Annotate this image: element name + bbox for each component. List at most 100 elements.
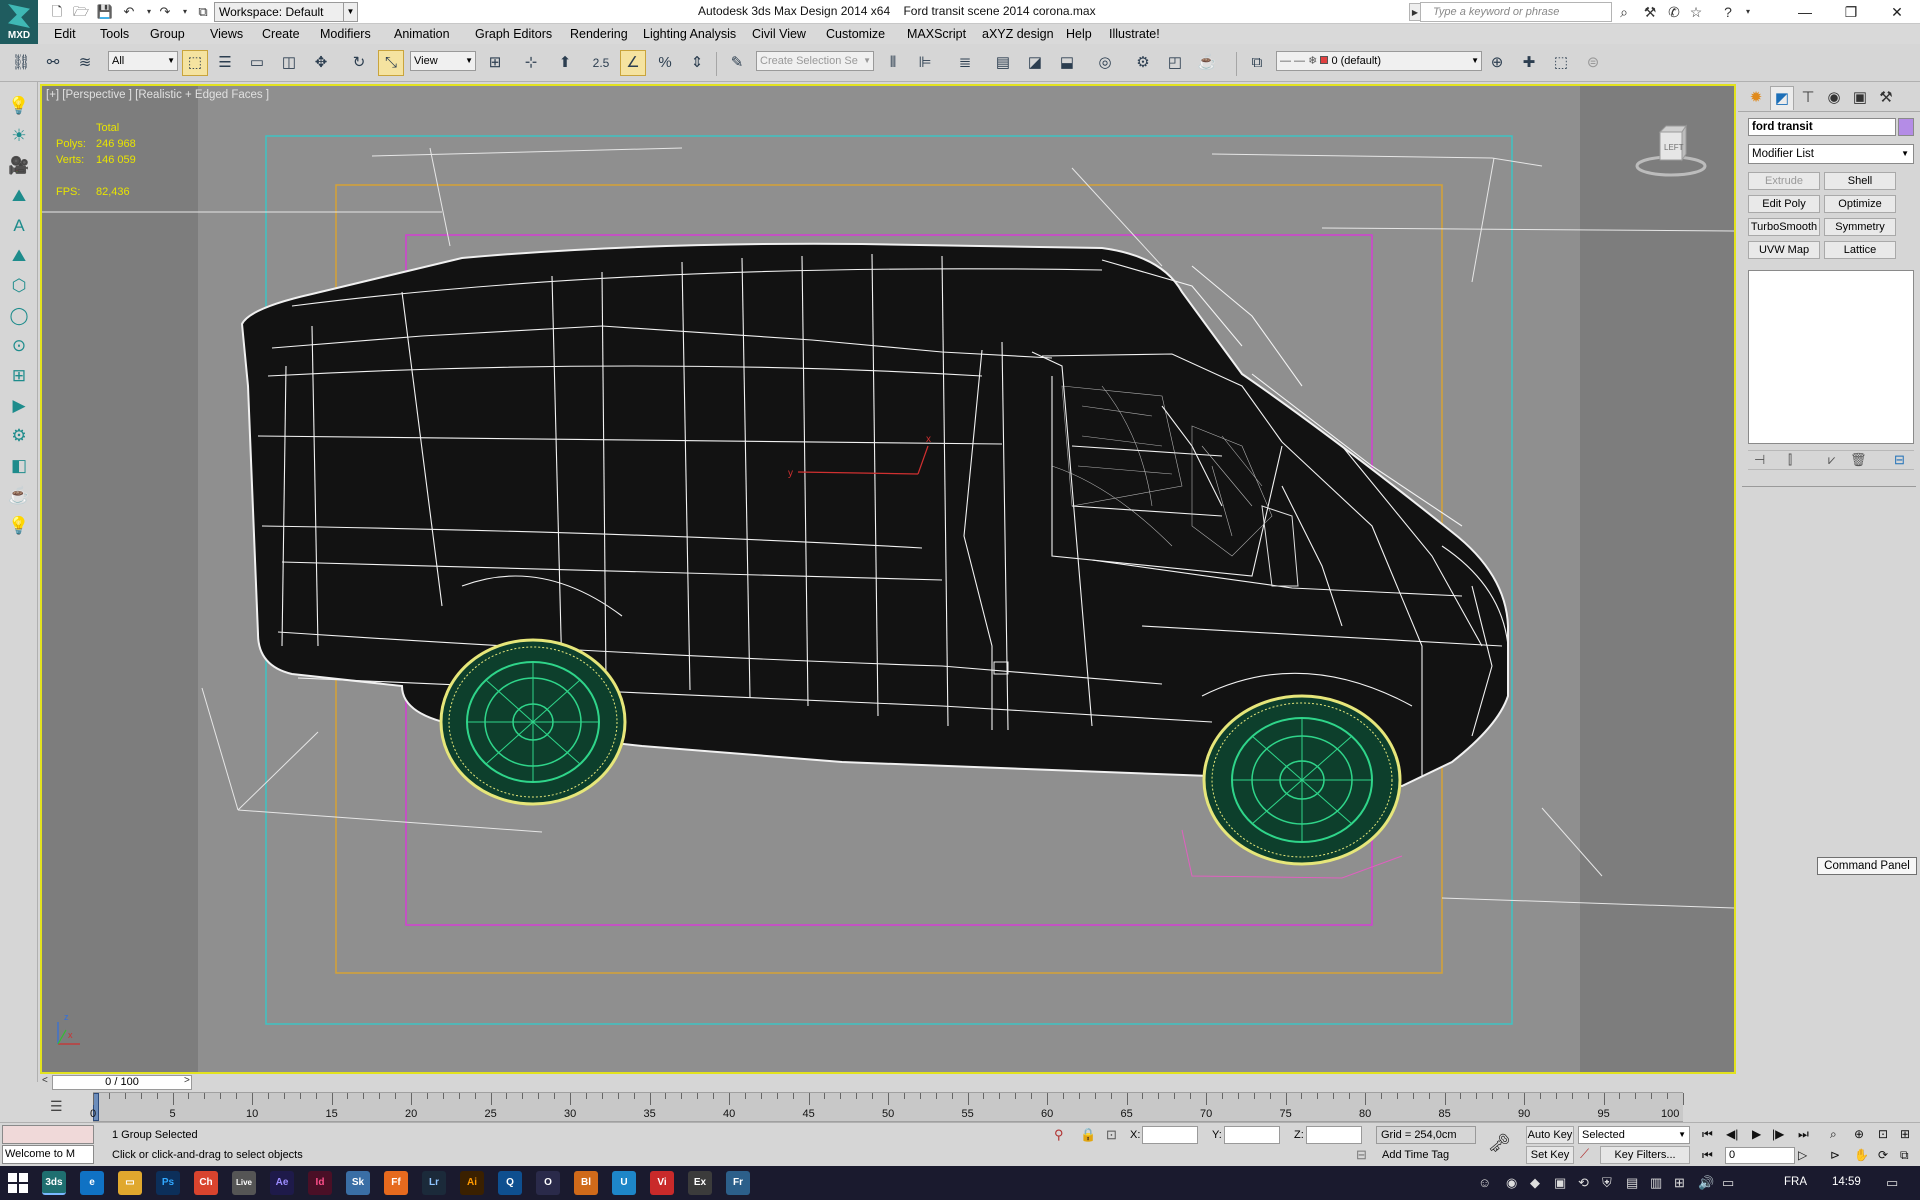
maxscript-listener-pink[interactable]: [2, 1125, 94, 1144]
menu-help[interactable]: Help: [1066, 27, 1092, 41]
previous-key-icon[interactable]: ◀|: [1726, 1127, 1738, 1141]
taskbar-obs-icon[interactable]: O: [536, 1171, 560, 1195]
play-icon[interactable]: ▶: [1752, 1127, 1761, 1141]
percent-snap-icon[interactable]: %: [652, 50, 678, 76]
scatter-icon[interactable]: ⛰: [7, 244, 31, 268]
select-object-icon[interactable]: ⬚: [182, 50, 208, 76]
select-and-rotate-icon[interactable]: ↻: [346, 50, 372, 76]
text-icon[interactable]: A: [7, 214, 31, 238]
unlink-icon[interactable]: ⚯: [40, 50, 66, 76]
undo-icon[interactable]: ↶: [120, 3, 138, 21]
taskbar-uplay-icon[interactable]: U: [612, 1171, 636, 1195]
pan-view-icon[interactable]: ✋: [1854, 1148, 1869, 1162]
keyboard-shortcut-override-icon[interactable]: ⬆: [552, 50, 578, 76]
hierarchy-tab-icon[interactable]: ⊤: [1796, 86, 1820, 110]
taskbar-extension-icon[interactable]: Ex: [688, 1171, 712, 1195]
symmetry-button[interactable]: Symmetry: [1824, 218, 1896, 236]
tray-shield-icon[interactable]: ⛨: [1602, 1175, 1612, 1191]
selection-filter-dropdown[interactable]: All ▼: [108, 51, 178, 71]
menu-maxscript[interactable]: MAXScript: [907, 27, 966, 41]
menu-graph-editors[interactable]: Graph Editors: [475, 27, 552, 41]
menu-rendering[interactable]: Rendering: [570, 27, 628, 41]
x-coordinate-field[interactable]: [1142, 1126, 1198, 1144]
set-current-layer-icon[interactable]: ⊜: [1580, 50, 1606, 76]
taskbar-illustrator-icon[interactable]: Ai: [460, 1171, 484, 1195]
tray-ps-icon[interactable]: ▣: [1554, 1175, 1566, 1191]
isolate-selection-icon[interactable]: ⚲: [1054, 1127, 1064, 1143]
communication-center-icon[interactable]: ✆: [1664, 2, 1684, 22]
select-and-move-icon[interactable]: ✥: [308, 50, 334, 76]
z-coordinate-field[interactable]: [1306, 1126, 1362, 1144]
layer-toolbar-icon[interactable]: ⧉: [1244, 50, 1270, 76]
menu-edit[interactable]: Edit: [54, 27, 76, 41]
help-dropdown-icon[interactable]: ▾: [1738, 2, 1758, 22]
select-manipulate-icon[interactable]: ⊹: [518, 50, 544, 76]
close-icon[interactable]: ✕: [1874, 0, 1920, 24]
menu-axyz-design[interactable]: aXYZ design: [982, 27, 1054, 41]
redo-dropdown-icon[interactable]: ▾: [176, 3, 194, 21]
set-key-mode-icon[interactable]: 🗝: [1488, 1133, 1511, 1154]
tray-network-icon[interactable]: ⊞: [1674, 1175, 1685, 1191]
next-frame-icon[interactable]: >: [184, 1075, 190, 1086]
reference-coordinate-dropdown[interactable]: View ▼: [410, 51, 476, 71]
rectangular-selection-icon[interactable]: ▭: [244, 50, 270, 76]
taskbar-edge-icon[interactable]: e: [80, 1171, 104, 1195]
modify-tab-icon[interactable]: ◩: [1770, 86, 1794, 110]
workspace-dropdown[interactable]: Workspace: Default ▼: [214, 2, 358, 22]
turbosmooth-button[interactable]: TurboSmooth: [1748, 218, 1820, 236]
create-tab-icon[interactable]: ✹: [1744, 86, 1768, 110]
menu-civil-view[interactable]: Civil View: [752, 27, 806, 41]
search-input[interactable]: ▶ Type a keyword or phrase: [1409, 2, 1612, 22]
select-by-name-icon[interactable]: ☰: [212, 50, 238, 76]
proxy-icon[interactable]: ⛰: [7, 184, 31, 208]
converter-icon[interactable]: ⊙: [7, 334, 31, 358]
remove-modifier-icon[interactable]: 🗑: [1850, 452, 1867, 468]
taskbar-lightroom-icon[interactable]: Lr: [422, 1171, 446, 1195]
menu-animation[interactable]: Animation: [394, 27, 450, 41]
render-setup-icon[interactable]: ⚙: [1130, 50, 1156, 76]
menu-create[interactable]: Create: [262, 27, 300, 41]
orbit-icon[interactable]: ⟳: [1878, 1148, 1888, 1162]
absolute-mode-icon[interactable]: ⊡: [1106, 1127, 1117, 1143]
modifier-stack[interactable]: [1748, 270, 1914, 444]
key-mode-toggle-icon[interactable]: ⏮: [1702, 1148, 1713, 1163]
time-slider-thumb[interactable]: 0 / 100: [52, 1075, 192, 1090]
taskbar-frame-icon[interactable]: Fr: [726, 1171, 750, 1195]
schematic-view-icon[interactable]: ⬓: [1054, 50, 1080, 76]
edit-poly-button[interactable]: Edit Poly: [1748, 195, 1820, 213]
tray-update-icon[interactable]: ⟲: [1578, 1175, 1589, 1191]
taskbar-firefox-icon[interactable]: Ff: [384, 1171, 408, 1195]
time-slider[interactable]: < 0 / 100 >: [40, 1074, 1736, 1092]
new-file-icon[interactable]: 🗋: [48, 3, 66, 21]
tray-language[interactable]: FRA: [1784, 1176, 1807, 1188]
motion-tab-icon[interactable]: ◉: [1822, 86, 1846, 110]
tray-dropbox-icon[interactable]: ◆: [1530, 1175, 1540, 1191]
tray-adobe-icon[interactable]: ▥: [1650, 1175, 1662, 1191]
curve-editor-icon[interactable]: ◪: [1022, 50, 1048, 76]
taskbar-explorer-icon[interactable]: ▭: [118, 1171, 142, 1195]
interactive-render-icon[interactable]: ▶: [7, 394, 31, 418]
teapot-icon[interactable]: ☕: [7, 484, 31, 508]
key-filters-button[interactable]: Key Filters...: [1600, 1146, 1690, 1164]
snaps-toggle-icon[interactable]: 2.5: [588, 50, 614, 76]
maximize-viewport-icon[interactable]: ⧉: [1900, 1148, 1909, 1163]
optimize-button[interactable]: Optimize: [1824, 195, 1896, 213]
subscription-icon[interactable]: ⚒: [1640, 2, 1660, 22]
save-icon[interactable]: 💾: [96, 3, 114, 21]
tray-notifications-icon[interactable]: ▭: [1886, 1175, 1898, 1191]
add-to-layer-icon[interactable]: ⊕: [1484, 50, 1510, 76]
taskbar-blender-icon[interactable]: Bl: [574, 1171, 598, 1195]
auto-key-button[interactable]: Auto Key: [1526, 1126, 1574, 1144]
restore-icon[interactable]: ❐: [1828, 0, 1874, 24]
bind-space-warp-icon[interactable]: ≋: [72, 50, 98, 76]
window-crossing-icon[interactable]: ◫: [276, 50, 302, 76]
utilities-tab-icon[interactable]: ⚒: [1874, 86, 1898, 110]
taskbar-indesign-icon[interactable]: Id: [308, 1171, 332, 1195]
menu-customize[interactable]: Customize: [826, 27, 885, 41]
track-ruler[interactable]: 0 5 10 15 20 25 30 35 40 45 50 55 60 65 70 75 80 85 90 95 10…: [90, 1092, 1684, 1122]
extrude-button[interactable]: Extrude: [1748, 172, 1820, 190]
edit-named-selection-icon[interactable]: ✎: [724, 50, 750, 76]
y-coordinate-field[interactable]: [1224, 1126, 1280, 1144]
uvw-map-button[interactable]: UVW Map: [1748, 241, 1820, 259]
add-time-tag[interactable]: Add Time Tag: [1382, 1149, 1449, 1161]
